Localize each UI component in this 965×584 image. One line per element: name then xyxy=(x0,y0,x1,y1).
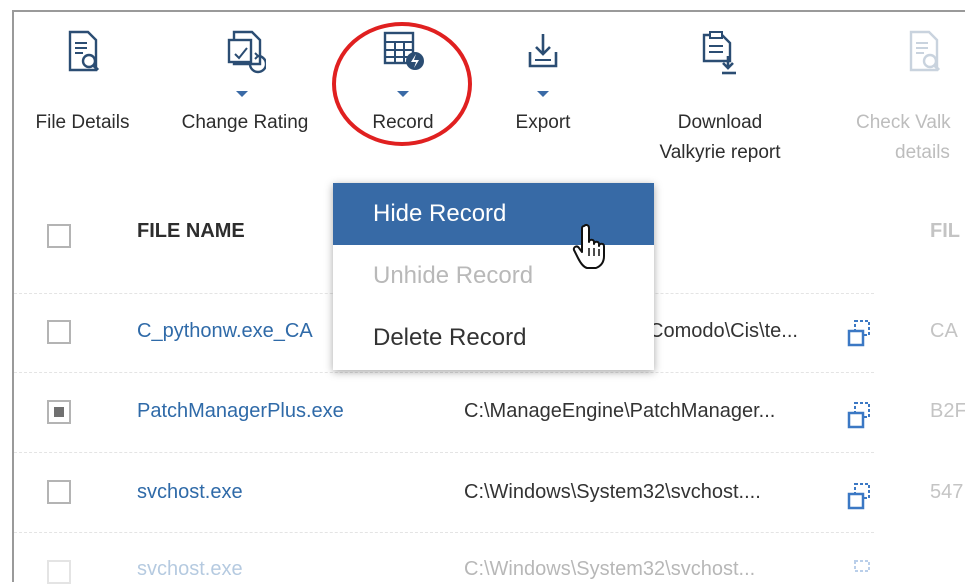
download-report-icon xyxy=(698,30,744,81)
row-checkbox[interactable] xyxy=(47,560,71,584)
file-path: C:\Windows\System32\svchost... xyxy=(464,558,756,580)
file-name-link[interactable]: PatchManagerPlus.exe xyxy=(137,400,344,423)
file-hash-column-header[interactable]: FIL xyxy=(930,220,960,243)
record-dropdown-icon xyxy=(397,91,409,97)
file-path: C:\Windows\System32\svchost.... xyxy=(464,481,761,503)
change-rating-label: Change Rating xyxy=(181,112,309,133)
file-name-column-header[interactable]: FILE NAME xyxy=(137,220,245,243)
download-valkyrie-report-button[interactable]: Download Valkyrie report xyxy=(640,30,800,170)
delete-record-menu-item[interactable]: Delete Record xyxy=(333,307,654,369)
file-path: C:\ManageEngine\PatchManager... xyxy=(464,400,776,422)
file-details-button[interactable]: File Details xyxy=(20,30,145,140)
export-icon xyxy=(526,32,560,77)
file-path: Comodo\Cis\te... xyxy=(649,320,798,342)
change-rating-dropdown-icon xyxy=(236,91,248,97)
row-divider xyxy=(14,452,874,453)
export-dropdown-icon xyxy=(537,91,549,97)
file-search-icon xyxy=(907,30,941,79)
download-label-line2: Valkyrie report xyxy=(659,142,781,163)
row-divider xyxy=(14,372,874,373)
copy-icon[interactable] xyxy=(846,481,874,516)
check-valkyrie-label-line2: details xyxy=(895,142,950,163)
copy-icon[interactable] xyxy=(846,318,874,353)
record-label: Record xyxy=(372,112,434,133)
file-hash: 547 xyxy=(930,481,964,503)
record-table-icon xyxy=(383,30,429,79)
file-search-icon xyxy=(66,30,100,79)
file-name-link[interactable]: svchost.exe xyxy=(137,481,243,504)
copy-icon[interactable] xyxy=(846,558,874,577)
export-label: Export xyxy=(515,112,571,133)
file-name-link[interactable]: C_pythonw.exe_CA xyxy=(137,320,313,343)
file-rating-icon xyxy=(226,30,268,81)
download-label-line1: Download xyxy=(677,112,763,133)
row-divider xyxy=(14,532,874,533)
change-rating-button[interactable]: Change Rating xyxy=(170,30,320,140)
file-hash: B2F xyxy=(930,400,965,422)
hand-cursor-icon xyxy=(572,222,612,277)
row-checkbox[interactable] xyxy=(47,480,71,504)
row-checkbox[interactable] xyxy=(47,320,71,344)
row-checkbox[interactable] xyxy=(47,400,71,424)
export-button[interactable]: Export xyxy=(493,30,593,140)
file-details-label: File Details xyxy=(35,112,130,133)
file-hash: CA xyxy=(930,320,958,342)
file-name-link[interactable]: svchost.exe xyxy=(137,558,243,581)
copy-icon[interactable] xyxy=(846,400,874,435)
check-valkyrie-label-line1: Check Valk xyxy=(856,112,951,133)
record-button[interactable]: Record xyxy=(343,30,463,140)
check-valkyrie-details-button[interactable]: Check Valk details xyxy=(853,30,965,170)
select-all-checkbox[interactable] xyxy=(47,224,71,248)
